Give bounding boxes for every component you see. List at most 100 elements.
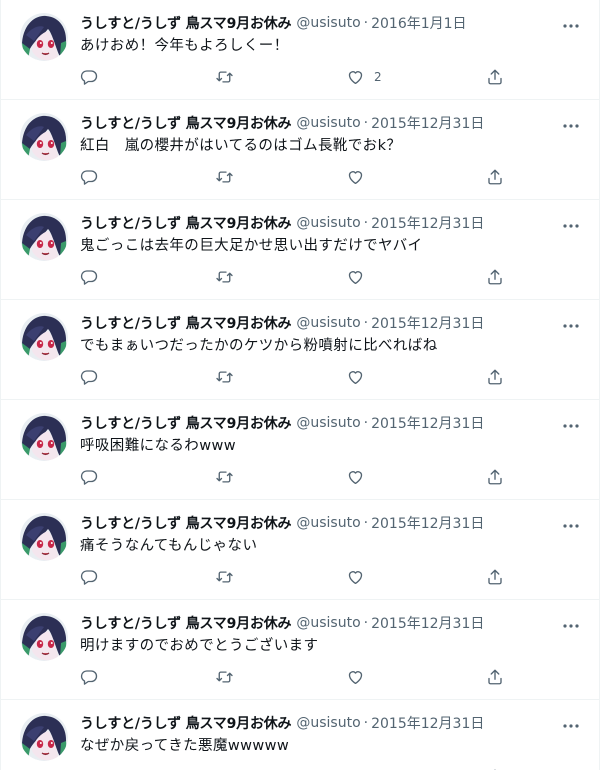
retweet-button[interactable] — [215, 566, 234, 588]
user-handle[interactable]: @usisuto — [296, 515, 360, 531]
like-button[interactable] — [346, 266, 374, 288]
user-handle[interactable]: @usisuto — [296, 115, 360, 131]
avatar[interactable] — [20, 313, 68, 361]
more-options-button[interactable] — [561, 312, 581, 332]
display-name[interactable]: うしすと/うしず 鳥スマ9月お休み — [80, 713, 292, 733]
reply-button[interactable] — [80, 466, 98, 488]
tweet[interactable]: うしすと/うしず 鳥スマ9月お休み @usisuto · 2015年12月31日… — [0, 600, 600, 700]
display-name[interactable]: うしすと/うしず 鳥スマ9月お休み — [80, 413, 292, 433]
more-options-button[interactable] — [561, 412, 581, 432]
reply-button[interactable] — [80, 766, 98, 770]
avatar[interactable] — [20, 413, 68, 461]
avatar[interactable] — [20, 113, 68, 161]
user-handle[interactable]: @usisuto — [296, 415, 360, 431]
like-button[interactable] — [346, 666, 374, 688]
user-handle[interactable]: @usisuto — [296, 215, 360, 231]
reply-button[interactable] — [80, 166, 98, 188]
tweet[interactable]: うしすと/うしず 鳥スマ9月お休み @usisuto · 2015年12月31日… — [0, 400, 600, 500]
share-button[interactable] — [486, 266, 504, 288]
tweet-actions — [1, 266, 599, 288]
like-button[interactable] — [346, 466, 374, 488]
like-button[interactable] — [346, 766, 374, 770]
more-options-button[interactable] — [561, 112, 581, 132]
tweet-date[interactable]: 2015年12月31日 — [371, 313, 484, 333]
tweet[interactable]: うしすと/うしず 鳥スマ9月お休み @usisuto · 2015年12月31日… — [0, 500, 600, 600]
share-upload-icon — [486, 468, 504, 486]
like-button[interactable] — [346, 566, 374, 588]
tweet-date[interactable]: 2015年12月31日 — [371, 113, 484, 133]
share-button[interactable] — [486, 566, 504, 588]
three-dots-icon — [563, 113, 579, 132]
display-name[interactable]: うしすと/うしず 鳥スマ9月お休み — [80, 113, 292, 133]
like-button[interactable]: 2 — [346, 66, 382, 88]
retweet-button[interactable] — [215, 766, 234, 770]
retweet-arrows-icon — [215, 568, 234, 586]
share-button[interactable] — [486, 366, 504, 388]
display-name[interactable]: うしすと/うしず 鳥スマ9月お休み — [80, 313, 292, 333]
heart-icon — [346, 368, 365, 386]
reply-button[interactable] — [80, 66, 98, 88]
tweet[interactable]: うしすと/うしず 鳥スマ9月お休み @usisuto · 2016年1月1日 あ… — [0, 0, 600, 100]
reply-button[interactable] — [80, 266, 98, 288]
display-name[interactable]: うしすと/うしず 鳥スマ9月お休み — [80, 613, 292, 633]
reply-button[interactable] — [80, 366, 98, 388]
speech-bubble-icon — [80, 368, 98, 386]
tweet[interactable]: うしすと/うしず 鳥スマ9月お休み @usisuto · 2015年12月31日… — [0, 700, 600, 770]
tweet-date[interactable]: 2015年12月31日 — [371, 613, 484, 633]
heart-icon — [346, 68, 365, 86]
three-dots-icon — [563, 613, 579, 632]
avatar[interactable] — [20, 13, 68, 61]
avatar[interactable] — [20, 213, 68, 261]
share-button[interactable] — [486, 666, 504, 688]
tweet-header: うしすと/うしず 鳥スマ9月お休み @usisuto · 2015年12月31日 — [80, 213, 579, 233]
retweet-button[interactable] — [215, 266, 234, 288]
share-button[interactable] — [486, 66, 504, 88]
share-button[interactable] — [486, 466, 504, 488]
reply-button[interactable] — [80, 566, 98, 588]
retweet-button[interactable] — [215, 666, 234, 688]
retweet-arrows-icon — [215, 68, 234, 86]
tweet[interactable]: うしすと/うしず 鳥スマ9月お休み @usisuto · 2015年12月31日… — [0, 100, 600, 200]
separator-dot: · — [363, 715, 369, 731]
user-handle[interactable]: @usisuto — [296, 15, 360, 31]
three-dots-icon — [563, 413, 579, 432]
like-button[interactable] — [346, 166, 374, 188]
user-handle[interactable]: @usisuto — [296, 315, 360, 331]
retweet-button[interactable] — [215, 366, 234, 388]
share-button[interactable] — [486, 766, 504, 770]
tweet-date[interactable]: 2015年12月31日 — [371, 513, 484, 533]
display-name[interactable]: うしすと/うしず 鳥スマ9月お休み — [80, 13, 292, 33]
share-upload-icon — [486, 168, 504, 186]
tweet[interactable]: うしすと/うしず 鳥スマ9月お休み @usisuto · 2015年12月31日… — [0, 200, 600, 300]
retweet-button[interactable] — [215, 166, 234, 188]
tweet-header: うしすと/うしず 鳥スマ9月お休み @usisuto · 2015年12月31日 — [80, 513, 579, 533]
avatar[interactable] — [20, 713, 68, 761]
reply-button[interactable] — [80, 666, 98, 688]
tweet-date[interactable]: 2016年1月1日 — [371, 13, 466, 33]
display-name[interactable]: うしすと/うしず 鳥スマ9月お休み — [80, 513, 292, 533]
more-options-button[interactable] — [561, 712, 581, 732]
user-handle[interactable]: @usisuto — [296, 615, 360, 631]
more-options-button[interactable] — [561, 12, 581, 32]
tweet-date[interactable]: 2015年12月31日 — [371, 413, 484, 433]
share-button[interactable] — [486, 166, 504, 188]
avatar[interactable] — [20, 613, 68, 661]
tweet-date[interactable]: 2015年12月31日 — [371, 213, 484, 233]
like-button[interactable] — [346, 366, 374, 388]
tweet-text: 痛そうなんてもんじゃない — [80, 538, 258, 554]
tweet-actions — [1, 366, 599, 388]
tweet-header: うしすと/うしず 鳥スマ9月お休み @usisuto · 2016年1月1日 — [80, 13, 579, 33]
avatar[interactable] — [20, 513, 68, 561]
tweet[interactable]: うしすと/うしず 鳥スマ9月お休み @usisuto · 2015年12月31日… — [0, 300, 600, 400]
more-options-button[interactable] — [561, 612, 581, 632]
tweet-actions: 2 — [1, 66, 599, 88]
tweet-header: うしすと/うしず 鳥スマ9月お休み @usisuto · 2015年12月31日 — [80, 413, 579, 433]
retweet-button[interactable] — [215, 66, 234, 88]
more-options-button[interactable] — [561, 512, 581, 532]
retweet-button[interactable] — [215, 466, 234, 488]
display-name[interactable]: うしすと/うしず 鳥スマ9月お休み — [80, 213, 292, 233]
tweet-date[interactable]: 2015年12月31日 — [371, 713, 484, 733]
more-options-button[interactable] — [561, 212, 581, 232]
tweet-text: 鬼ごっこは去年の巨大足かせ思い出すだけでヤバイ — [80, 238, 423, 254]
user-handle[interactable]: @usisuto — [296, 715, 360, 731]
